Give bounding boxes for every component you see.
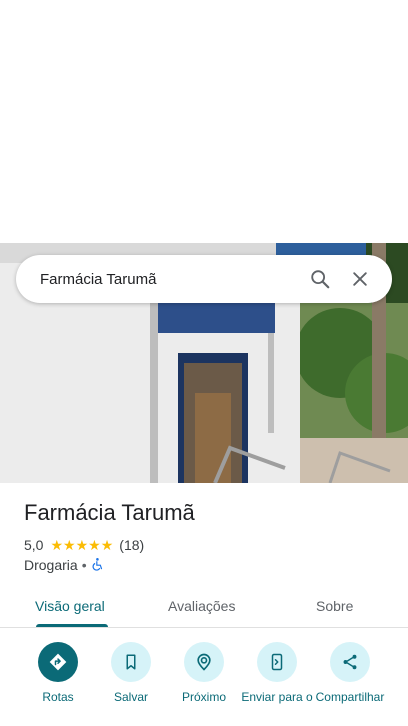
category-row: Drogaria • <box>24 556 105 574</box>
send-to-phone-icon <box>257 642 297 682</box>
blank-area <box>0 0 408 243</box>
place-title: Farmácia Tarumã <box>24 500 195 525</box>
save-label: Salvar <box>113 690 148 704</box>
star-icon: ★ <box>50 537 64 553</box>
directions-label: Rotas <box>42 690 74 704</box>
star-icon: ★ <box>88 537 101 553</box>
search-bar[interactable]: Farmácia Tarumã <box>16 255 392 303</box>
nearby-icon <box>184 642 224 682</box>
tab-overview[interactable]: Visão geral <box>35 584 105 627</box>
search-icon[interactable] <box>300 259 340 299</box>
close-icon[interactable] <box>340 259 380 299</box>
send-to-phone-button[interactable]: Enviar para o <box>239 642 315 704</box>
category-label: Drogaria <box>24 557 78 573</box>
star-icon: ★ <box>75 537 89 553</box>
star-rating: ★ ★ ★ ★ ★ <box>50 538 113 552</box>
active-tab-indicator <box>36 624 108 627</box>
action-bar: Rotas Salvar Próximo Enviar para o Compa… <box>0 640 408 726</box>
directions-icon <box>38 642 78 682</box>
share-label: Compartilhar <box>315 690 385 704</box>
save-button[interactable]: Salvar <box>93 642 169 704</box>
bookmark-icon <box>111 642 151 682</box>
review-count: (18) <box>119 537 145 553</box>
tab-reviews[interactable]: Avaliações <box>168 584 235 627</box>
tab-bar: Visão geral Avaliações Sobre <box>0 584 408 628</box>
share-icon <box>330 642 370 682</box>
separator-dot: • <box>81 557 87 573</box>
wheelchair-accessible-icon <box>91 557 105 574</box>
search-input[interactable]: Farmácia Tarumã <box>40 271 300 288</box>
star-icon: ★ <box>100 537 114 553</box>
nearby-label: Próximo <box>181 690 226 704</box>
send-to-phone-label: Enviar para o <box>241 690 313 704</box>
rating-value: 5,0 <box>24 537 44 553</box>
nearby-button[interactable]: Próximo <box>166 642 242 704</box>
star-icon: ★ <box>63 537 76 553</box>
directions-button[interactable]: Rotas <box>20 642 96 704</box>
share-button[interactable]: Compartilhar <box>312 642 388 704</box>
tab-about[interactable]: Sobre <box>316 584 353 627</box>
rating-row[interactable]: 5,0 ★ ★ ★ ★ ★ (18) <box>24 536 144 554</box>
